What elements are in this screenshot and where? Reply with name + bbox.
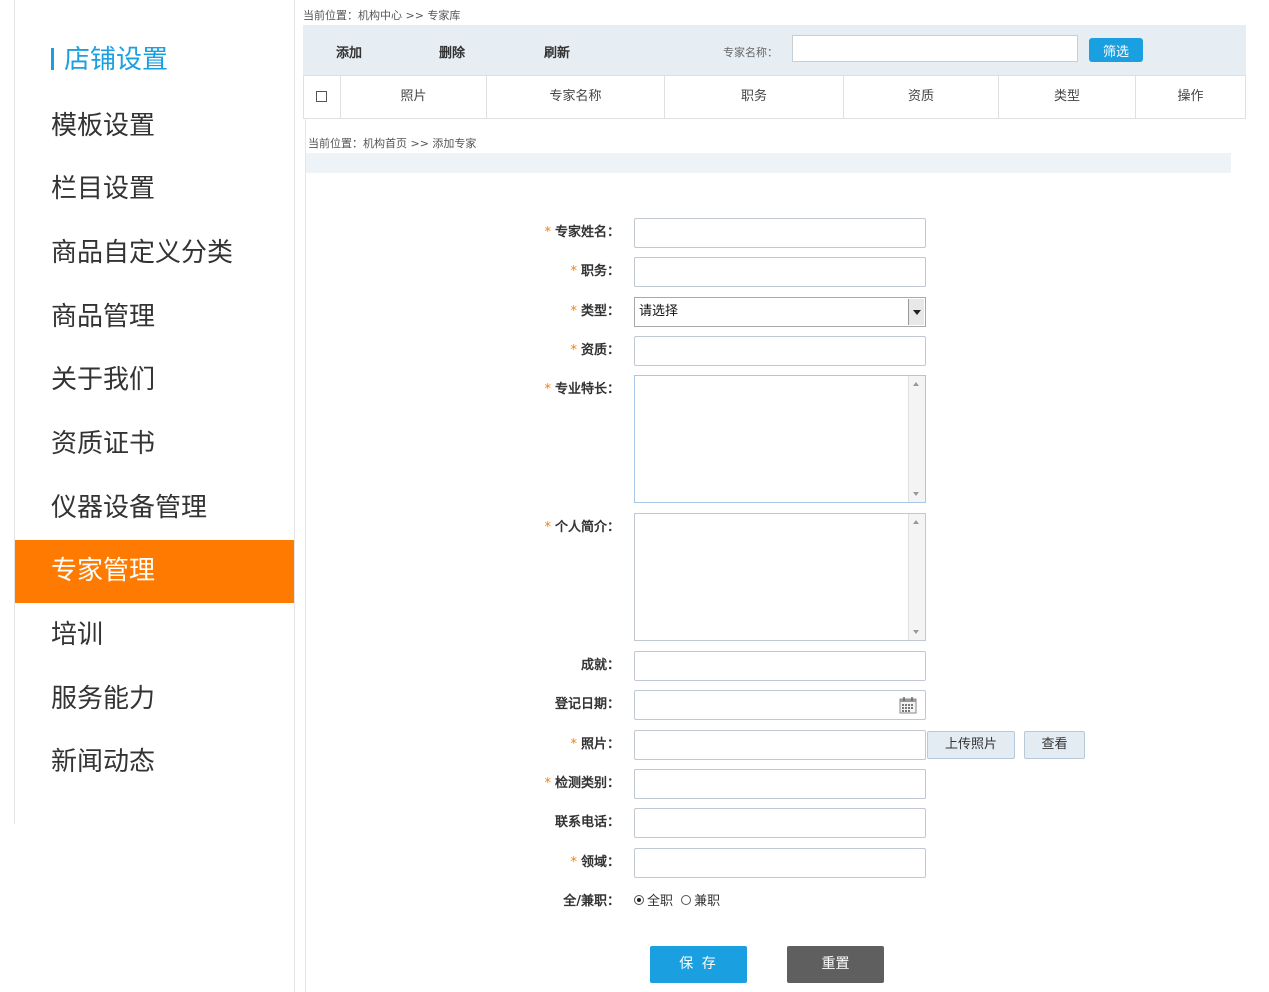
filter-button[interactable]: 筛选 xyxy=(1089,38,1143,62)
sidebar-item-news[interactable]: 新闻动态 xyxy=(15,731,295,794)
select-all-cell xyxy=(304,76,341,118)
label-photo: * 照片： xyxy=(570,737,620,752)
filter-label: 专家名称： xyxy=(723,46,778,59)
view-photo-button[interactable]: 查看 xyxy=(1024,731,1085,759)
label-qualification: * 资质： xyxy=(570,343,620,358)
save-button[interactable]: 保 存 xyxy=(650,946,747,983)
sidebar-item-template-settings[interactable]: 模板设置 xyxy=(15,95,295,158)
row-position: * 职务： xyxy=(306,257,1269,287)
select-all-checkbox[interactable] xyxy=(316,91,327,102)
breadcrumb: 当前位置：机构中心 >> 专家库 xyxy=(303,9,461,22)
test-category-input[interactable] xyxy=(634,769,926,799)
expert-name-filter-input[interactable] xyxy=(792,35,1078,62)
label-achievement: 成就： xyxy=(580,658,620,673)
column-header-type: 类型 xyxy=(999,76,1136,118)
type-select[interactable]: 请选择 xyxy=(634,297,926,327)
scroll-up-icon xyxy=(913,382,919,386)
scroll-up-icon xyxy=(913,520,919,524)
reg-date-input[interactable] xyxy=(634,690,926,720)
title-bar-marker xyxy=(51,48,54,70)
sidebar: 店铺设置 模板设置 栏目设置 商品自定义分类 商品管理 关于我们 资质证书 仪器… xyxy=(14,0,295,824)
row-achievement: 成就： xyxy=(306,651,1269,681)
label-domain: * 领域： xyxy=(570,855,620,870)
employment-radio-group: 全职 兼职 xyxy=(634,887,720,917)
sidebar-item-product-management[interactable]: 商品管理 xyxy=(15,286,295,349)
sidebar-item-training[interactable]: 培训 xyxy=(15,604,295,667)
photo-path-input[interactable] xyxy=(634,730,926,760)
row-photo: * 照片： 上传照片 查看 xyxy=(306,730,1269,760)
sidebar-item-service-capability[interactable]: 服务能力 xyxy=(15,668,295,731)
label-position: * 职务： xyxy=(570,264,620,279)
fulltime-label[interactable]: 全职 xyxy=(647,894,673,909)
list-toolbar: 添加 删除 刷新 专家名称： 筛选 xyxy=(303,25,1246,75)
row-employment: 全/兼职： 全职 兼职 xyxy=(306,887,1269,917)
upload-photo-button[interactable]: 上传照片 xyxy=(927,731,1015,759)
row-qualification: * 资质： xyxy=(306,336,1269,366)
row-test-category: * 检测类别： xyxy=(306,769,1269,799)
row-intro: * 个人简介： xyxy=(306,513,1269,641)
phone-input[interactable] xyxy=(634,808,926,838)
label-employment: 全/兼职： xyxy=(563,894,620,909)
label-phone: 联系电话： xyxy=(554,815,620,830)
column-header-position: 职务 xyxy=(665,76,844,118)
panel-divider xyxy=(294,0,295,992)
qualification-input[interactable] xyxy=(634,336,926,366)
specialty-textarea[interactable] xyxy=(634,375,926,503)
delete-button[interactable]: 删除 xyxy=(439,42,465,61)
fulltime-radio[interactable] xyxy=(634,895,644,905)
label-expert-name: * 专家姓名： xyxy=(544,225,620,240)
parttime-label[interactable]: 兼职 xyxy=(694,894,720,909)
position-input[interactable] xyxy=(634,257,926,287)
domain-input[interactable] xyxy=(634,848,926,878)
row-reg-date: 登记日期： xyxy=(306,690,1269,720)
textarea-scrollbar[interactable] xyxy=(908,376,925,502)
parttime-radio[interactable] xyxy=(681,895,692,905)
sidebar-item-about-us[interactable]: 关于我们 xyxy=(15,349,295,412)
sidebar-item-custom-category[interactable]: 商品自定义分类 xyxy=(15,222,295,285)
type-select-value: 请选择 xyxy=(639,304,679,319)
form-header-band xyxy=(306,153,1231,173)
dropdown-arrow-icon[interactable] xyxy=(908,299,924,325)
row-type: * 类型： 请选择 xyxy=(306,297,1269,327)
reset-button[interactable]: 重置 xyxy=(787,946,884,983)
label-test-category: * 检测类别： xyxy=(544,776,620,791)
calendar-icon[interactable] xyxy=(899,696,917,714)
sidebar-item-column-settings[interactable]: 栏目设置 xyxy=(15,158,295,221)
column-header-photo: 照片 xyxy=(341,76,487,118)
row-phone: 联系电话： xyxy=(306,808,1269,838)
label-reg-date: 登记日期： xyxy=(554,697,620,712)
table-header: 照片 专家名称 职务 资质 类型 操作 xyxy=(303,75,1246,119)
intro-textarea[interactable] xyxy=(634,513,926,641)
sidebar-item-equipment[interactable]: 仪器设备管理 xyxy=(15,477,295,540)
add-button[interactable]: 添加 xyxy=(336,42,362,61)
column-header-qualification: 资质 xyxy=(844,76,999,118)
row-specialty: * 专业特长： xyxy=(306,375,1269,503)
add-expert-form: 当前位置：机构首页 >> 添加专家 * 专家姓名： * 职务： * 类型： 请选择 *… xyxy=(305,119,1269,992)
column-header-actions: 操作 xyxy=(1177,89,1204,104)
row-domain: * 领域： xyxy=(306,848,1269,878)
sidebar-item-certificates[interactable]: 资质证书 xyxy=(15,413,295,476)
expert-name-input[interactable] xyxy=(634,218,926,248)
refresh-button[interactable]: 刷新 xyxy=(544,42,570,61)
sidebar-item-experts[interactable]: 专家管理 xyxy=(15,540,295,603)
label-specialty: * 专业特长： xyxy=(544,382,620,397)
label-intro: * 个人简介： xyxy=(544,520,620,535)
label-type: * 类型： xyxy=(570,304,620,319)
textarea-scrollbar[interactable] xyxy=(908,514,925,640)
column-header-expert-name: 专家名称 xyxy=(487,76,665,118)
sidebar-title: 店铺设置 xyxy=(51,38,168,82)
scroll-down-icon xyxy=(913,492,919,496)
scroll-down-icon xyxy=(913,630,919,634)
sidebar-title-text: 店铺设置 xyxy=(64,45,169,75)
row-expert-name: * 专家姓名： xyxy=(306,218,1269,248)
form-breadcrumb: 当前位置：机构首页 >> 添加专家 xyxy=(308,137,477,150)
achievement-input[interactable] xyxy=(634,651,926,681)
